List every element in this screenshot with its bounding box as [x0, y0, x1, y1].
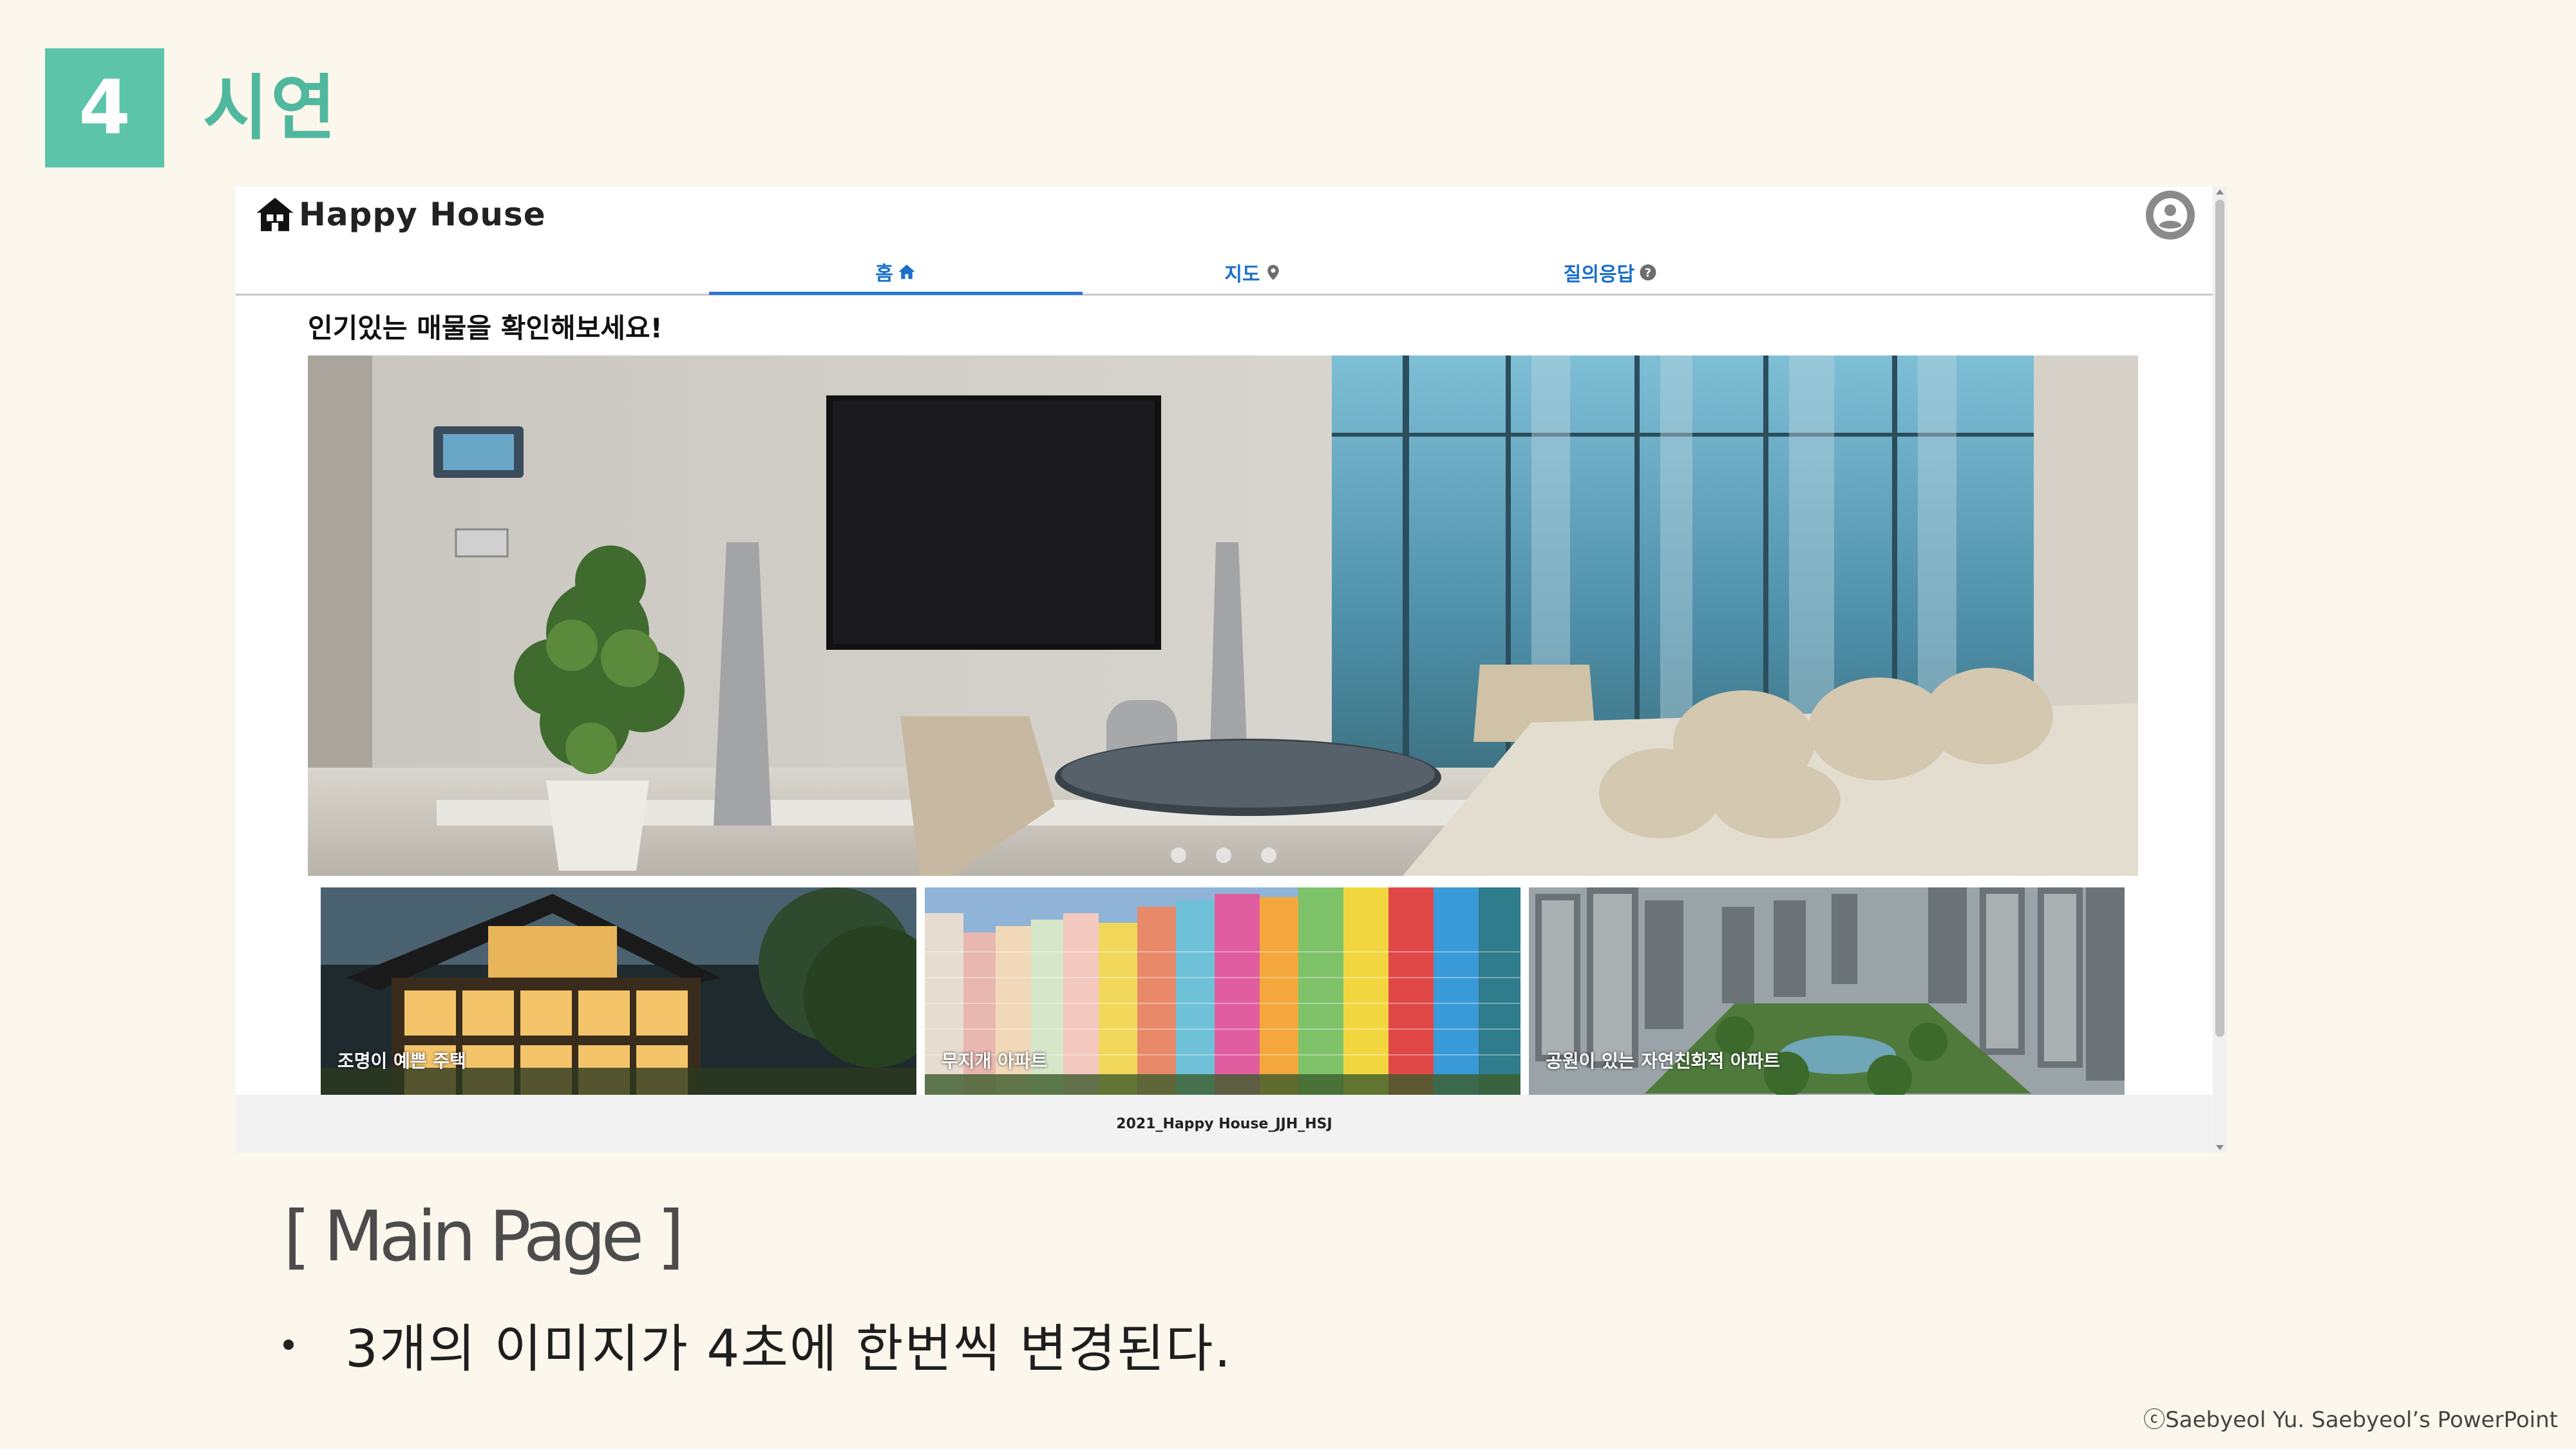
bullet-item: 3개의 이미지가 4초에 한번씩 변경된다.: [283, 1307, 1232, 1382]
carousel-dot-2[interactable]: [1216, 848, 1231, 863]
card-caption: 무지개 아파트: [942, 1050, 1048, 1072]
scroll-down-arrow-icon[interactable]: [2216, 1145, 2224, 1150]
section-title: 시연: [203, 67, 339, 149]
caption-heading: [ Main Page ]: [283, 1197, 685, 1277]
living-room-image: [308, 355, 2138, 876]
property-card[interactable]: 조명이 예쁜 주택: [321, 887, 916, 1095]
property-cards: 조명이 예쁜 주택 무지개 아파트 공원이 있는 자연친화적 아파트: [321, 887, 2125, 1095]
scroll-up-arrow-icon[interactable]: [2216, 189, 2224, 194]
tab-home[interactable]: 홈: [709, 251, 1083, 295]
question-circle-icon: ?: [1640, 264, 1656, 281]
image-carousel[interactable]: [308, 355, 2138, 876]
home-icon: [898, 264, 915, 279]
map-pin-icon: [1267, 265, 1279, 280]
profile-button[interactable]: [2146, 191, 2195, 240]
tab-qna[interactable]: 질의응답 ?: [1424, 251, 1797, 294]
tab-qna-label: 질의응답: [1563, 263, 1635, 286]
scrollbar[interactable]: [2213, 187, 2227, 1153]
bullet-text: 3개의 이미지가 4초에 한번씩 변경된다.: [345, 1319, 1232, 1379]
property-card[interactable]: 무지개 아파트: [925, 887, 1520, 1095]
tab-map[interactable]: 지도: [1066, 251, 1440, 294]
carousel-indicators: [1171, 848, 1276, 863]
app-screenshot: Happy House 홈 지도 질의응답 ? 인기있는 매물을 확인해보세요!…: [236, 187, 2227, 1153]
house-icon: [256, 198, 294, 231]
carousel-dot-1[interactable]: [1171, 848, 1186, 863]
scrollbar-thumb[interactable]: [2215, 200, 2224, 1037]
tab-map-label: 지도: [1224, 263, 1260, 286]
logo-text: Happy House: [299, 196, 546, 233]
property-card[interactable]: 공원이 있는 자연친화적 아파트: [1529, 887, 2125, 1095]
svg-text:?: ?: [1645, 267, 1651, 279]
card-caption: 조명이 예쁜 주택: [337, 1050, 466, 1072]
page-headline: 인기있는 매물을 확인해보세요!: [308, 312, 663, 344]
main-nav: 홈 지도 질의응답 ?: [236, 251, 2213, 296]
carousel-dot-3[interactable]: [1261, 848, 1276, 863]
copyright-notice: ⓒSaebyeol Yu. Saebyeol’s PowerPoint: [2143, 1407, 2558, 1433]
account-circle-icon: [2153, 198, 2188, 232]
bullet-dot-icon: [283, 1340, 294, 1350]
section-number-badge: 4: [45, 48, 164, 167]
tab-home-label: 홈: [875, 262, 893, 285]
card-caption: 공원이 있는 자연친화적 아파트: [1546, 1050, 1781, 1072]
logo[interactable]: Happy House: [255, 194, 546, 234]
site-footer: 2021_Happy House_JJH_HSJ: [236, 1095, 2213, 1153]
